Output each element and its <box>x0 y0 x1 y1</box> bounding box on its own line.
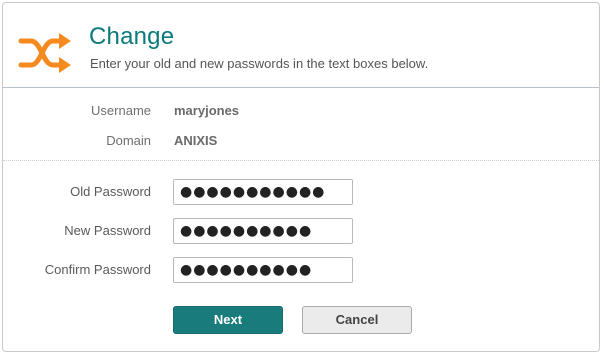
next-button[interactable]: Next <box>173 306 283 334</box>
new-password-row: New Password ●●●●●●●●●● <box>3 218 599 244</box>
username-label: Username <box>91 103 151 118</box>
panel-header: Change Enter your old and new passwords … <box>3 3 599 88</box>
shuffle-icon <box>17 31 73 77</box>
section-divider <box>3 160 599 161</box>
cancel-button[interactable]: Cancel <box>302 306 412 334</box>
domain-value: ANIXIS <box>174 133 218 148</box>
new-password-label: New Password <box>64 223 151 238</box>
new-password-field[interactable]: ●●●●●●●●●● <box>173 218 353 244</box>
confirm-password-row: Confirm Password ●●●●●●●●●● <box>3 257 599 283</box>
old-password-label: Old Password <box>70 184 151 199</box>
change-password-panel: Change Enter your old and new passwords … <box>2 2 600 352</box>
domain-row: Domain ANIXIS <box>3 133 599 153</box>
username-value: maryjones <box>174 103 240 118</box>
old-password-field[interactable]: ●●●●●●●●●●● <box>173 179 353 205</box>
domain-label: Domain <box>106 133 151 148</box>
old-password-row: Old Password ●●●●●●●●●●● <box>3 179 599 205</box>
username-row: Username maryjones <box>3 103 599 123</box>
confirm-password-label: Confirm Password <box>44 262 151 277</box>
confirm-password-field[interactable]: ●●●●●●●●●● <box>173 257 353 283</box>
page-subtitle: Enter your old and new passwords in the … <box>90 56 429 71</box>
page-title: Change <box>89 23 175 50</box>
